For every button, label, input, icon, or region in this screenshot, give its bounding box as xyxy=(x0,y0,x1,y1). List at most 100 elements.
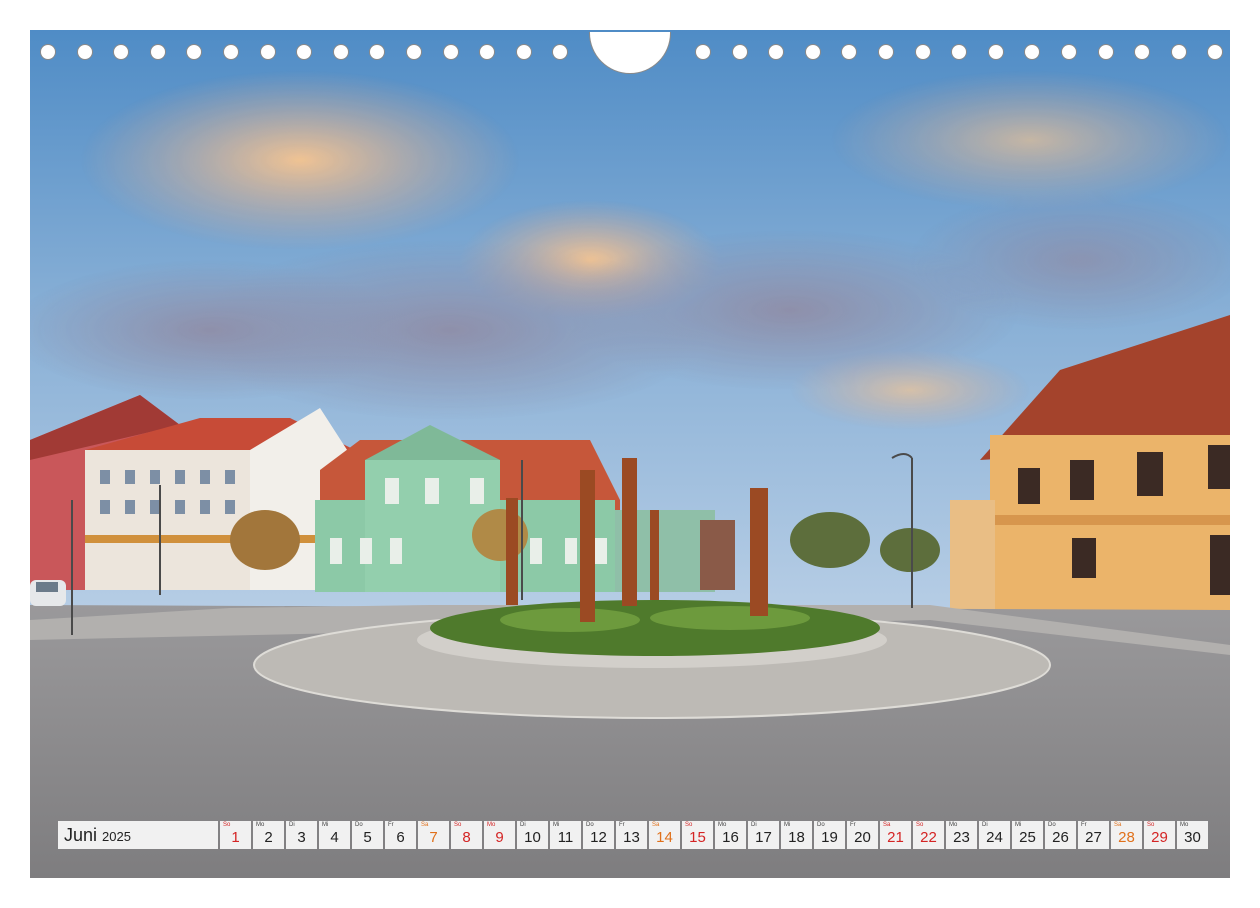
day-cell: So 1 xyxy=(220,821,251,849)
day-cell: Sa 14 xyxy=(649,821,680,849)
day-cell: Sa 21 xyxy=(880,821,911,849)
day-number: 4 xyxy=(330,829,339,846)
day-number: 7 xyxy=(429,829,438,846)
binding-hole xyxy=(40,44,56,60)
binding-hole xyxy=(223,44,239,60)
weekday-label: Fr xyxy=(388,822,394,828)
day-number: 25 xyxy=(1019,829,1036,846)
binding-hole xyxy=(76,44,93,60)
binding-hole xyxy=(1207,44,1224,60)
day-number: 22 xyxy=(920,829,937,846)
binding-hole xyxy=(731,44,748,60)
binding-hole xyxy=(1134,44,1151,60)
day-cell: Fr 6 xyxy=(385,821,416,849)
weekday-label: Fr xyxy=(1081,822,1087,828)
day-number: 9 xyxy=(495,829,504,846)
day-number: 21 xyxy=(887,829,904,846)
day-number: 28 xyxy=(1118,829,1135,846)
weekday-label: Mo xyxy=(487,822,496,828)
weekday-label: Di xyxy=(520,822,526,828)
binding-hole xyxy=(878,44,894,60)
day-cell: So 8 xyxy=(451,821,482,849)
calendar-photo xyxy=(30,30,1230,878)
month-name: Juni xyxy=(64,824,98,845)
weekday-label: So xyxy=(685,822,693,828)
day-number: 19 xyxy=(821,829,838,846)
weekday-label: Sa xyxy=(652,822,660,828)
weekday-label: So xyxy=(916,822,924,828)
day-number: 14 xyxy=(656,829,673,846)
calendar-strip: Juni 2025 So 1 Mo 2 Di 3 Mi 4 Do 5 Fr 6 Sa 7 So 8 Mo 9 Di 1… xyxy=(58,821,1208,849)
day-number: 12 xyxy=(590,829,607,846)
day-cell: Mi 18 xyxy=(781,821,812,849)
day-number: 11 xyxy=(557,829,574,846)
day-number: 16 xyxy=(722,829,739,846)
day-number: 8 xyxy=(462,829,471,846)
day-cell: Fr 27 xyxy=(1078,821,1109,849)
day-cell: Mi 4 xyxy=(319,821,350,849)
day-number: 10 xyxy=(524,829,541,846)
binding-hole xyxy=(552,44,569,60)
day-number: 24 xyxy=(986,829,1003,846)
day-cell: Mo 30 xyxy=(1177,821,1208,849)
binding-hole xyxy=(515,44,532,60)
weekday-label: Sa xyxy=(1114,822,1122,828)
binding-hole xyxy=(149,44,166,60)
day-cell: Mo 2 xyxy=(253,821,284,849)
day-cell: Do 26 xyxy=(1045,821,1076,849)
roundabout-grass xyxy=(430,600,880,656)
day-cell: Do 5 xyxy=(352,821,383,849)
binding-hole xyxy=(1170,44,1187,60)
binding-hole xyxy=(442,44,459,60)
binding-hole xyxy=(259,44,276,60)
weekday-label: Mi xyxy=(553,822,560,828)
weekday-label: Mi xyxy=(1015,822,1022,828)
binding-hole xyxy=(1061,44,1077,60)
binding-hole xyxy=(186,44,203,60)
day-cell: Di 3 xyxy=(286,821,317,849)
binding-hole xyxy=(406,44,422,60)
weekday-label: Mo xyxy=(718,822,727,828)
day-number: 17 xyxy=(755,829,772,846)
day-cells: So 1 Mo 2 Di 3 Mi 4 Do 5 Fr 6 Sa 7 So 8 Mo 9 Di 10 Mi 11 Do 12 F… xyxy=(220,821,1208,849)
weekday-label: Do xyxy=(1048,822,1056,828)
weekday-label: Do xyxy=(586,822,594,828)
weekday-label: Di xyxy=(982,822,988,828)
weekday-label: Sa xyxy=(883,822,891,828)
weekday-label: Fr xyxy=(850,822,856,828)
day-cell: So 22 xyxy=(913,821,944,849)
day-cell: Mo 9 xyxy=(484,821,515,849)
day-number: 30 xyxy=(1184,829,1201,846)
day-cell: Di 17 xyxy=(748,821,779,849)
weekday-label: Mo xyxy=(949,822,958,828)
binding-hole xyxy=(296,44,313,60)
day-cell: Sa 28 xyxy=(1111,821,1142,849)
weekday-label: Mo xyxy=(1180,822,1189,828)
weekday-label: Mo xyxy=(256,822,265,828)
binding-hole xyxy=(113,44,130,60)
day-number: 13 xyxy=(623,829,640,846)
binding-hole xyxy=(369,44,386,60)
weekday-label: Di xyxy=(289,822,295,828)
day-cell: Mi 11 xyxy=(550,821,581,849)
binding-hole xyxy=(804,44,821,60)
binding-hole xyxy=(332,44,349,60)
day-number: 15 xyxy=(689,829,706,846)
weekday-label: Mi xyxy=(784,822,791,828)
day-number: 29 xyxy=(1151,829,1168,846)
day-cell: So 15 xyxy=(682,821,713,849)
binding-hole xyxy=(1024,44,1041,60)
day-number: 5 xyxy=(363,829,372,846)
day-number: 18 xyxy=(788,829,805,846)
binding-hole xyxy=(987,44,1004,60)
day-cell: Fr 13 xyxy=(616,821,647,849)
weekday-label: So xyxy=(454,822,462,828)
binding-hole xyxy=(951,44,968,60)
day-number: 1 xyxy=(231,829,240,846)
binding-hole xyxy=(479,44,496,60)
day-cell: Sa 7 xyxy=(418,821,449,849)
left-buildings xyxy=(30,395,360,590)
day-number: 26 xyxy=(1052,829,1069,846)
day-number: 23 xyxy=(953,829,970,846)
weekday-label: Di xyxy=(751,822,757,828)
